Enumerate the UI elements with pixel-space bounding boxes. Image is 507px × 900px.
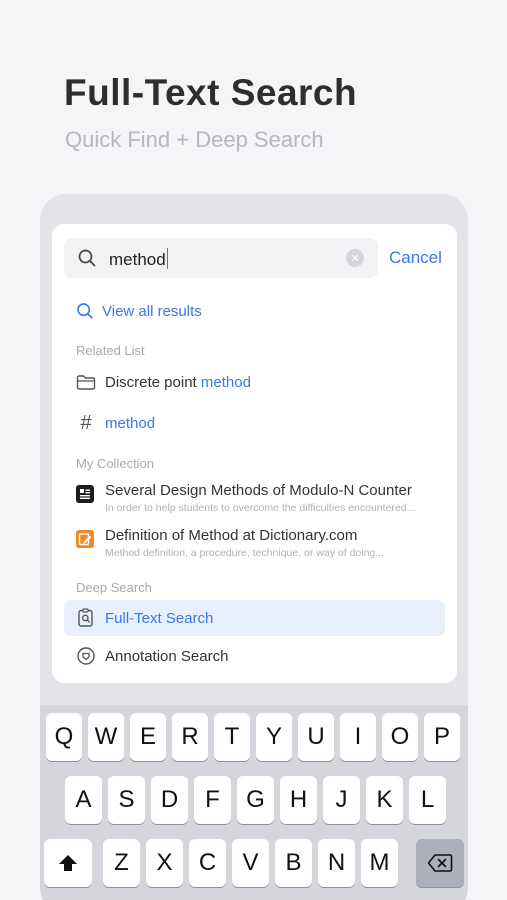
key-x[interactable]: X bbox=[146, 839, 183, 887]
tag-item-label: method bbox=[105, 414, 156, 432]
search-panel: method × Cancel View all results Related… bbox=[52, 224, 457, 683]
my-collection-label: My Collection bbox=[76, 456, 155, 471]
text-caret bbox=[166, 248, 169, 269]
hash-icon: # bbox=[80, 411, 92, 434]
key-k[interactable]: K bbox=[366, 776, 403, 824]
search-icon bbox=[77, 303, 93, 319]
key-p[interactable]: P bbox=[424, 713, 460, 761]
edit-icon bbox=[76, 530, 94, 548]
key-a[interactable]: A bbox=[65, 776, 102, 824]
key-l[interactable]: L bbox=[409, 776, 446, 824]
key-v[interactable]: V bbox=[232, 839, 269, 887]
subline: Quick Find + Deep Search bbox=[65, 127, 324, 152]
deep-search-item-full-text[interactable]: Full-Text Search bbox=[64, 600, 445, 636]
key-e[interactable]: E bbox=[130, 713, 166, 761]
view-all-label: View all results bbox=[102, 302, 202, 320]
key-o[interactable]: O bbox=[382, 713, 418, 761]
search-document-icon bbox=[78, 608, 93, 627]
backspace-key[interactable] bbox=[416, 839, 464, 887]
key-j[interactable]: J bbox=[323, 776, 360, 824]
view-all-results-link[interactable]: View all results bbox=[76, 300, 202, 322]
folder-item-highlight: method bbox=[200, 373, 251, 391]
key-y[interactable]: Y bbox=[256, 713, 292, 761]
cancel-button[interactable]: Cancel bbox=[389, 248, 442, 268]
key-d[interactable]: D bbox=[151, 776, 188, 824]
search-input[interactable]: method × bbox=[64, 238, 378, 278]
folder-item-label: Discrete point method bbox=[105, 374, 251, 391]
deep-search-label: Deep Search bbox=[76, 580, 152, 595]
annotation-search-label: Annotation Search bbox=[105, 647, 229, 665]
backspace-icon bbox=[427, 854, 453, 872]
shift-key[interactable] bbox=[44, 839, 92, 887]
key-c[interactable]: C bbox=[189, 839, 226, 887]
search-query-text: method bbox=[109, 248, 169, 270]
key-f[interactable]: F bbox=[194, 776, 231, 824]
search-query-value: method bbox=[109, 250, 166, 269]
key-q[interactable]: Q bbox=[46, 713, 82, 761]
full-text-search-label: Full-Text Search bbox=[105, 609, 214, 627]
folder-icon bbox=[76, 374, 96, 390]
phone-frame: method × Cancel View all results Related… bbox=[40, 194, 468, 900]
key-n[interactable]: N bbox=[318, 839, 355, 887]
keyboard: Q W E R T Y U I O P A S D F G H J K L Z … bbox=[40, 705, 468, 900]
collection-item-title: Several Design Methods of Modulo-N Count… bbox=[105, 482, 412, 499]
key-m[interactable]: M bbox=[361, 839, 398, 887]
collection-item-desc: Method definition, a procedure, techniqu… bbox=[105, 547, 385, 559]
key-t[interactable]: T bbox=[214, 713, 250, 761]
key-s[interactable]: S bbox=[108, 776, 145, 824]
key-g[interactable]: G bbox=[237, 776, 274, 824]
deep-search-item-annotation[interactable]: Annotation Search bbox=[76, 645, 443, 667]
shift-arrow-icon bbox=[59, 855, 77, 871]
collection-item[interactable]: Several Design Methods of Modulo-N Count… bbox=[76, 482, 443, 518]
related-item-tag[interactable]: # method bbox=[76, 412, 443, 434]
key-u[interactable]: U bbox=[298, 713, 334, 761]
search-icon bbox=[78, 249, 96, 267]
key-i[interactable]: I bbox=[340, 713, 376, 761]
headline: Full-Text Search bbox=[64, 72, 358, 113]
key-w[interactable]: W bbox=[88, 713, 124, 761]
key-r[interactable]: R bbox=[172, 713, 208, 761]
collection-item-desc: In order to help students to overcome th… bbox=[105, 502, 416, 514]
related-list-label: Related List bbox=[76, 343, 145, 358]
related-item-folder[interactable]: Discrete point method bbox=[76, 371, 443, 393]
key-b[interactable]: B bbox=[275, 839, 312, 887]
folder-item-prefix: Discrete point bbox=[105, 373, 201, 391]
collection-item[interactable]: Definition of Method at Dictionary.com M… bbox=[76, 527, 443, 563]
key-h[interactable]: H bbox=[280, 776, 317, 824]
collection-item-title: Definition of Method at Dictionary.com bbox=[105, 527, 358, 544]
clear-icon[interactable]: × bbox=[346, 249, 364, 267]
annotation-icon bbox=[77, 647, 95, 665]
key-z[interactable]: Z bbox=[103, 839, 140, 887]
document-icon bbox=[76, 485, 94, 503]
